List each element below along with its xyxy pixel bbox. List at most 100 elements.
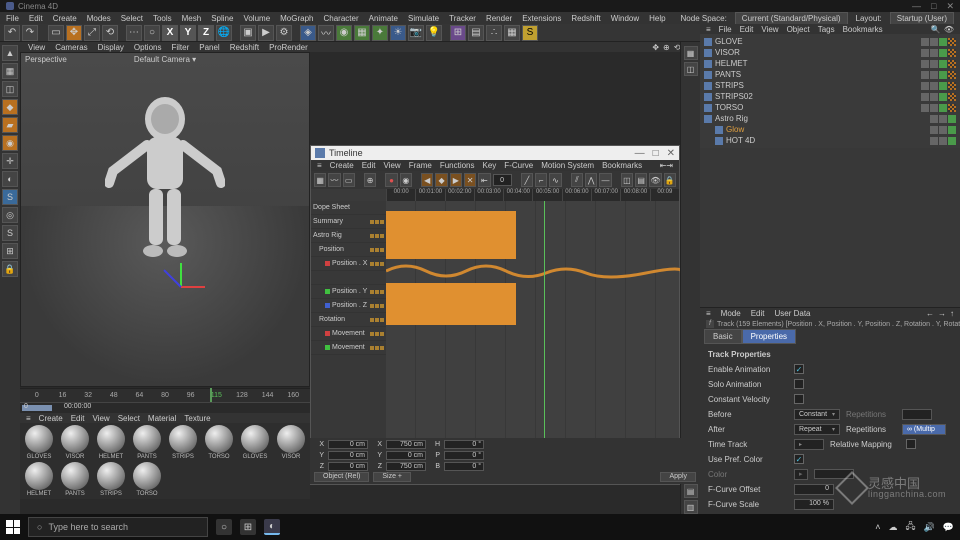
timetrack-field[interactable]: ▸ (794, 439, 824, 450)
render-pv-button[interactable]: ▶ (258, 25, 274, 41)
cortana-icon[interactable]: ○ (216, 519, 232, 535)
rs-icon[interactable]: ▥ (684, 500, 698, 514)
object-list[interactable]: GLOVEVISORHELMETPANTSSTRIPSSTRIPS02TORSO… (700, 34, 960, 148)
tray-notif-icon[interactable]: 💬 (943, 522, 954, 533)
mat-menu-texture[interactable]: Texture (184, 414, 210, 423)
nodespace-dropdown[interactable]: Current (Standard/Physical) (735, 12, 848, 25)
obj-menu-bookmarks[interactable]: Bookmarks (843, 25, 883, 34)
world-button[interactable]: 🌐 (216, 25, 232, 41)
vis-editor-tag[interactable] (930, 115, 938, 123)
material-item[interactable]: GLOVES (22, 425, 56, 460)
vp-zoom-icon[interactable]: ⊕ (663, 43, 670, 52)
texture-tag[interactable] (948, 71, 956, 79)
fcurve-offset-field[interactable]: 0 (794, 484, 834, 495)
mat-menu-material[interactable]: Material (148, 414, 176, 423)
tl-show-icon[interactable]: 👁 (649, 173, 661, 187)
move-gizmo[interactable] (161, 263, 201, 303)
obj-menu-object[interactable]: Object (787, 25, 810, 34)
history-button[interactable]: ⋯ (126, 25, 142, 41)
vis-editor-tag[interactable] (921, 82, 929, 90)
coord-y-size[interactable]: 0 cm (386, 451, 426, 460)
rs-icon[interactable]: ▤ (684, 484, 698, 498)
viewport-3d[interactable]: Perspective Default Camera ▾ (20, 52, 310, 387)
vis-render-tag[interactable] (930, 60, 938, 68)
menu-tools[interactable]: Tools (153, 14, 172, 23)
tl-goto-start[interactable]: ⇤ (478, 173, 490, 187)
undo-button[interactable]: ↶ (4, 25, 20, 41)
tl-filter-icon[interactable]: ▤ (635, 173, 647, 187)
attr-tab-properties[interactable]: Properties (742, 329, 796, 344)
gizmo-y-axis[interactable] (180, 263, 182, 287)
axis-mode-icon[interactable]: ✛ (2, 153, 18, 169)
tl-fcurve-mode[interactable]: 〰 (328, 173, 340, 187)
scale-tool[interactable]: ⤢ (84, 25, 100, 41)
tl-snap-icon[interactable]: ◫ (621, 173, 633, 187)
vis-editor-tag[interactable] (921, 60, 929, 68)
menu-help[interactable]: Help (649, 14, 665, 23)
vis-render-tag[interactable] (930, 38, 938, 46)
key-block[interactable] (386, 283, 516, 325)
material-item[interactable]: TORSO (130, 462, 164, 497)
object-row[interactable]: STRIPS02 (700, 91, 960, 102)
mograph-cloner[interactable]: ⊞ (450, 25, 466, 41)
axis-x-button[interactable]: X (162, 25, 178, 41)
object-row[interactable]: HOT 4D (700, 135, 960, 146)
enable-tag[interactable] (939, 38, 947, 46)
timeline-tree-row[interactable]: Position . Y (311, 285, 386, 299)
menu-file[interactable]: File (6, 14, 19, 23)
viewport-solo-icon[interactable]: ◐ (2, 171, 18, 187)
texture-tag[interactable] (948, 82, 956, 90)
vis-render-tag[interactable] (930, 71, 938, 79)
tray-net-icon[interactable]: 🖧 (906, 519, 916, 535)
generator2-button[interactable]: ▦ (354, 25, 370, 41)
obj-eye-icon[interactable]: 👁 (944, 25, 954, 34)
enable-tag[interactable] (948, 115, 956, 123)
key-block[interactable] (386, 211, 516, 259)
timeline-tree-row[interactable]: Position (311, 243, 386, 257)
constant-velocity-checkbox[interactable] (794, 394, 804, 404)
vis-render-tag[interactable] (939, 115, 947, 123)
coord-apply-button[interactable]: Apply (660, 472, 696, 482)
enable-tag[interactable] (939, 104, 947, 112)
tl-max-icon[interactable]: □ (653, 148, 659, 159)
vis-editor-tag[interactable] (930, 137, 938, 145)
viewmenu-display[interactable]: Display (98, 43, 124, 52)
tl-lock-icon[interactable]: 🔒 (664, 173, 676, 187)
tl-menu-motion[interactable]: Motion System (541, 161, 594, 170)
menu-tracker[interactable]: Tracker (449, 14, 476, 23)
enable-tag[interactable] (939, 93, 947, 101)
menu-mesh[interactable]: Mesh (182, 14, 202, 23)
menu-extensions[interactable]: Extensions (522, 14, 561, 23)
menu-modes[interactable]: Modes (87, 14, 111, 23)
quantize-icon[interactable]: ⊞ (2, 243, 18, 259)
camera-button[interactable]: 📷 (408, 25, 424, 41)
move-tool[interactable]: ✥ (66, 25, 82, 41)
tl-motion-mode[interactable]: ▭ (343, 173, 355, 187)
generator-button[interactable]: ◉ (336, 25, 352, 41)
timeline-tree-row[interactable]: Astro Rig (311, 229, 386, 243)
texture-tag[interactable] (948, 49, 956, 57)
texture-tag[interactable] (948, 104, 956, 112)
light-button[interactable]: 💡 (426, 25, 442, 41)
viewmenu-view[interactable]: View (28, 43, 45, 52)
obj-menu-view[interactable]: View (761, 25, 778, 34)
win-min-icon[interactable]: — (912, 1, 921, 12)
timeline-tree-row[interactable]: Summary (311, 215, 386, 229)
material-item[interactable]: HELMET (94, 425, 128, 460)
coord-p-rot[interactable]: 0 ° (444, 451, 484, 460)
attr-menu-edit[interactable]: Edit (751, 309, 765, 318)
track-toggles[interactable] (370, 346, 384, 350)
attr-menu-userdata[interactable]: User Data (774, 309, 810, 318)
menu-simulate[interactable]: Simulate (408, 14, 439, 23)
timeline-tree-row[interactable] (311, 271, 386, 285)
taskbar-search[interactable]: ○ Type here to search (28, 517, 208, 537)
material-item[interactable]: VISOR (58, 425, 92, 460)
volume-button[interactable]: ▦ (504, 25, 520, 41)
enable-tag[interactable] (948, 137, 956, 145)
object-row[interactable]: HELMET (700, 58, 960, 69)
rs-icon[interactable]: ▦ (684, 46, 698, 60)
track-toggles[interactable] (370, 248, 384, 252)
material-item[interactable]: VISOR (274, 425, 308, 460)
object-row[interactable]: Glow (700, 124, 960, 135)
track-toggles[interactable] (370, 290, 384, 294)
